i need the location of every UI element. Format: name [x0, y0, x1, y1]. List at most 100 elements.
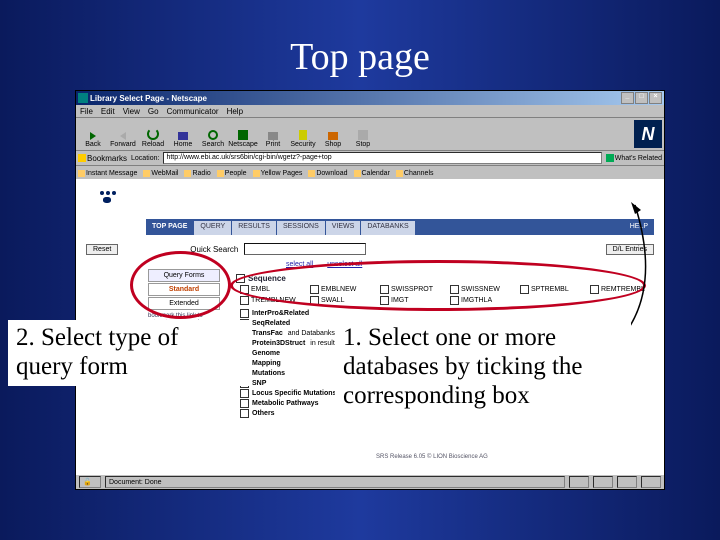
- window-controls: _ □ ×: [621, 92, 662, 104]
- reset-button[interactable]: Reset: [86, 244, 118, 255]
- tab-toppage[interactable]: TOP PAGE: [146, 221, 193, 235]
- location-input[interactable]: http://www.ebi.ac.uk/srs6bin/cgi-bin/wge…: [163, 152, 601, 164]
- addressbar: Bookmarks Location: http://www.ebi.ac.uk…: [76, 151, 664, 166]
- sidebar-extended-button[interactable]: Extended: [148, 297, 220, 310]
- tab-views[interactable]: VIEWS: [326, 221, 361, 235]
- back-button[interactable]: Back: [78, 120, 108, 149]
- db-imgt-label: IMGT: [391, 297, 409, 304]
- tab-sessions[interactable]: SESSIONS: [277, 221, 325, 235]
- print-icon: [268, 132, 278, 140]
- db-swissprot-checkbox[interactable]: [380, 285, 389, 294]
- unselect-all-link[interactable]: unselect all: [327, 261, 362, 268]
- reload-icon: [147, 128, 159, 140]
- cat-seqrelated-label: SeqRelated: [252, 320, 290, 327]
- status-bar: 🔓 Document: Done: [76, 474, 664, 489]
- tab-query[interactable]: QUERY: [194, 221, 231, 235]
- cat-snp-label: SNP: [252, 380, 266, 387]
- link-yellowpages[interactable]: Yellow Pages: [253, 170, 303, 177]
- reload-button[interactable]: Reload: [138, 120, 168, 149]
- search-button[interactable]: Search: [198, 120, 228, 149]
- db-remtrembl-checkbox[interactable]: [590, 285, 599, 294]
- link-download[interactable]: Download: [308, 170, 347, 177]
- netscape-icon: [78, 93, 88, 103]
- channels-icon: [396, 170, 403, 177]
- menu-edit[interactable]: Edit: [101, 107, 115, 116]
- forward-button[interactable]: Forward: [108, 120, 138, 149]
- security-button[interactable]: Security: [288, 120, 318, 149]
- cat-extra1: and Databanks: [288, 330, 335, 337]
- tab-databanks[interactable]: DATABANKS: [361, 221, 414, 235]
- link-instant-message[interactable]: Instant Message: [78, 170, 137, 177]
- print-button[interactable]: Print: [258, 120, 288, 149]
- cat-interpro-checkbox[interactable]: [240, 309, 249, 318]
- menu-file[interactable]: File: [80, 107, 93, 116]
- cat-genome-label: Genome: [252, 350, 280, 357]
- radio-icon: [184, 170, 191, 177]
- cat-others-checkbox[interactable]: [240, 409, 249, 418]
- maximize-button[interactable]: □: [635, 92, 648, 104]
- location-label: Location:: [131, 155, 159, 162]
- close-button[interactable]: ×: [649, 92, 662, 104]
- titlebar: Library Select Page - Netscape _ □ ×: [76, 91, 664, 105]
- people-icon: [217, 170, 224, 177]
- select-all-link[interactable]: select all: [286, 261, 313, 268]
- cat-mapping-label: Mapping: [252, 360, 281, 367]
- db-swissnew-label: SWISSNEW: [461, 286, 500, 293]
- sidebar: Query Forms Standard Extended bookmark t…: [148, 269, 220, 327]
- whats-related-button[interactable]: What's Related: [606, 154, 662, 162]
- db-sptrembl-checkbox[interactable]: [520, 285, 529, 294]
- cat-metabolic-checkbox[interactable]: [240, 399, 249, 408]
- netscape-button[interactable]: Netscape: [228, 120, 258, 149]
- download-icon: [308, 170, 315, 177]
- link-channels[interactable]: Channels: [396, 170, 434, 177]
- sidebar-standard-button[interactable]: Standard: [148, 283, 220, 296]
- link-webmail[interactable]: WebMail: [143, 170, 178, 177]
- db-emblnew-checkbox[interactable]: [310, 285, 319, 294]
- dl-entries-button[interactable]: D/L Entries: [606, 244, 654, 255]
- menu-view[interactable]: View: [123, 107, 140, 116]
- db-embl-checkbox[interactable]: [240, 285, 249, 294]
- tab-results[interactable]: RESULTS: [232, 221, 276, 235]
- cat-locus-label: Locus Specific Mutations: [252, 390, 336, 397]
- minimize-button[interactable]: _: [621, 92, 634, 104]
- status-icon-4: [641, 476, 661, 488]
- sequence-category-header: Sequence: [248, 274, 286, 283]
- slide-title: Top page: [0, 0, 720, 89]
- stop-button[interactable]: Stop: [348, 120, 378, 149]
- db-tremblnew-label: TREMBLNEW: [251, 297, 296, 304]
- sidebar-queryforms-header: Query Forms: [148, 269, 220, 282]
- tab-help[interactable]: HELP: [624, 221, 654, 235]
- menu-communicator[interactable]: Communicator: [167, 107, 219, 116]
- home-button[interactable]: Home: [168, 120, 198, 149]
- menu-go[interactable]: Go: [148, 107, 159, 116]
- cat-protein3d-label: Protein3DStruct: [252, 340, 305, 347]
- callout-right: 1. Select one or more databases by ticki…: [335, 320, 631, 414]
- browser-window: Library Select Page - Netscape _ □ × Fil…: [75, 90, 665, 490]
- db-imgthla-label: IMGTHLA: [461, 297, 492, 304]
- nav-tabs: TOP PAGE QUERY RESULTS SESSIONS VIEWS DA…: [146, 219, 654, 235]
- related-icon: [606, 154, 614, 162]
- db-imgthla-checkbox[interactable]: [450, 296, 459, 305]
- db-swall-checkbox[interactable]: [310, 296, 319, 305]
- menu-help[interactable]: Help: [227, 107, 243, 116]
- bookmarks-dropdown[interactable]: Bookmarks: [78, 154, 127, 163]
- db-emblnew-label: EMBLNEW: [321, 286, 356, 293]
- menubar: File Edit View Go Communicator Help: [76, 105, 664, 118]
- db-tremblnew-checkbox[interactable]: [240, 296, 249, 305]
- link-calendar[interactable]: Calendar: [354, 170, 390, 177]
- quick-search-input[interactable]: [244, 243, 366, 255]
- cat-others-label: Others: [252, 410, 275, 417]
- shop-button[interactable]: Shop: [318, 120, 348, 149]
- status-icon-1: [569, 476, 589, 488]
- db-swissnew-checkbox[interactable]: [450, 285, 459, 294]
- forward-icon: [120, 132, 126, 140]
- link-radio[interactable]: Radio: [184, 170, 210, 177]
- db-embl-label: EMBL: [251, 286, 270, 293]
- status-icon-2: [593, 476, 613, 488]
- sequence-category-checkbox[interactable]: [236, 274, 245, 283]
- link-people[interactable]: People: [217, 170, 247, 177]
- quick-search-row: Reset Quick Search D/L Entries: [146, 241, 654, 257]
- back-icon: [90, 132, 96, 140]
- cat-locus-checkbox[interactable]: [240, 389, 249, 398]
- db-imgt-checkbox[interactable]: [380, 296, 389, 305]
